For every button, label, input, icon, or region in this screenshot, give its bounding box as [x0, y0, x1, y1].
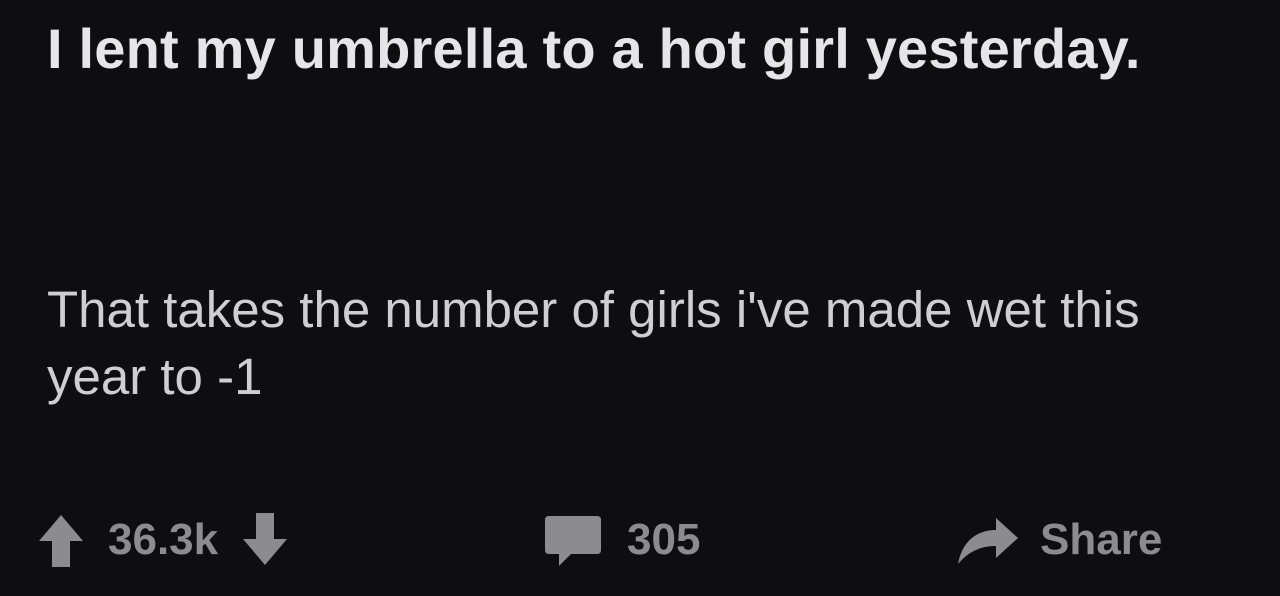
share-arrow-icon: [954, 512, 1020, 568]
post-body: That takes the number of girls i've made…: [47, 281, 1140, 405]
post-action-bar: 36.3k 305 Share: [0, 508, 1280, 572]
comment-bubble-icon: [543, 512, 603, 568]
post-title: I lent my umbrella to a hot girl yesterd…: [47, 17, 1141, 80]
share-label: Share: [1040, 515, 1163, 564]
arrow-up-icon[interactable]: [36, 511, 86, 569]
comments-button[interactable]: 305: [543, 508, 700, 572]
post-card: I lent my umbrella to a hot girl yesterd…: [0, 0, 1280, 596]
share-button[interactable]: Share: [954, 508, 1162, 572]
vote-group: 36.3k: [36, 508, 290, 572]
arrow-down-icon[interactable]: [240, 511, 290, 569]
vote-score: 36.3k: [108, 515, 219, 564]
comments-count: 305: [627, 515, 701, 564]
